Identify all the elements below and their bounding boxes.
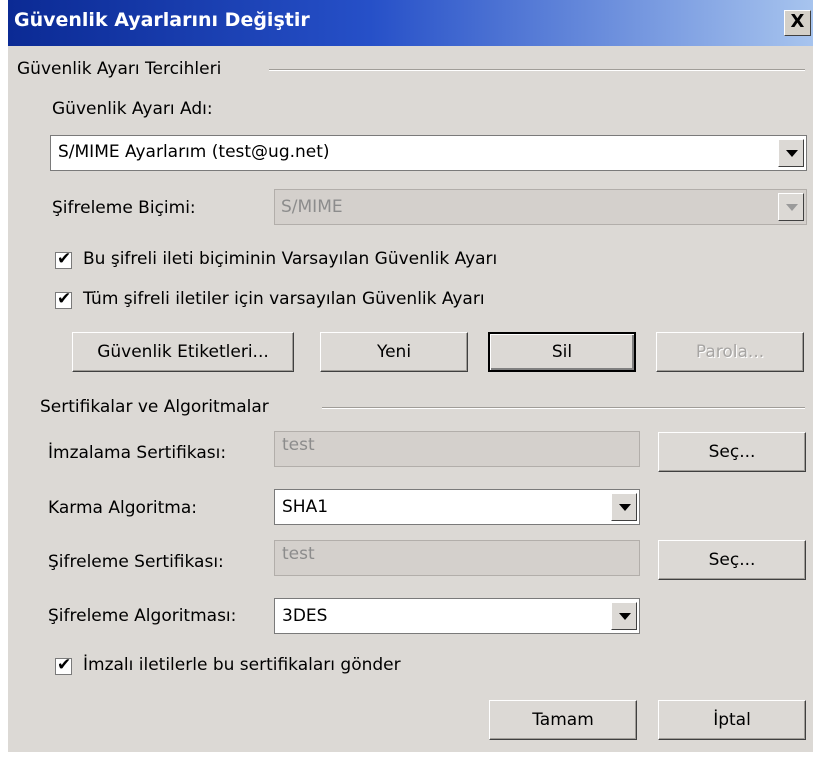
- format-value: S/MIME: [281, 197, 343, 217]
- format-label: Şifreleme Biçimi:: [52, 198, 196, 218]
- ok-button-label: Tamam: [532, 710, 594, 730]
- new-button-label: Yeni: [376, 342, 412, 362]
- setting-name-value: S/MIME Ayarlarım (test@ug.net): [58, 142, 330, 162]
- enc-cert-label: Şifreleme Sertifikası:: [48, 552, 224, 572]
- delete-button[interactable]: Sil: [488, 332, 636, 372]
- security-prefs-group: Güvenlik Ayarı Tercihleri: [17, 59, 805, 80]
- default-format-label: Bu şifreli ileti biçiminin Varsayılan Gü…: [83, 249, 498, 269]
- signing-cert-field: test: [274, 431, 640, 467]
- check-icon: ✔: [57, 249, 72, 269]
- certs-group-title: Sertifikalar ve Algoritmalar: [40, 397, 269, 417]
- security-prefs-group-title: Güvenlik Ayarı Tercihleri: [17, 59, 222, 79]
- delete-button-label: Sil: [551, 342, 573, 362]
- signing-cert-label: İmzalama Sertifikası:: [48, 443, 227, 463]
- group-divider: [269, 69, 805, 71]
- security-labels-button[interactable]: Güvenlik Etiketleri...: [72, 332, 294, 372]
- format-dropdown: S/MIME: [274, 189, 807, 225]
- setting-name-dropdown[interactable]: S/MIME Ayarlarım (test@ug.net): [50, 135, 807, 171]
- group-divider: [322, 407, 805, 409]
- chevron-down-icon[interactable]: [611, 493, 637, 521]
- security-labels-button-label: Güvenlik Etiketleri...: [97, 342, 269, 362]
- enc-alg-value: 3DES: [282, 606, 328, 626]
- default-all-label: Tüm şifreli iletiler için varsayılan Güv…: [83, 289, 485, 309]
- close-button[interactable]: X: [784, 10, 811, 36]
- chevron-down-icon: [778, 193, 804, 221]
- dialog-window: Güvenlik Ayarlarını Değiştir X Güvenlik …: [8, 0, 813, 752]
- cancel-button-label: İptal: [713, 710, 751, 730]
- choose-signing-cert-label: Seç...: [708, 442, 756, 462]
- ok-button[interactable]: Tamam: [489, 700, 637, 740]
- cancel-button[interactable]: İptal: [658, 700, 806, 740]
- password-button-label: Parola...: [695, 342, 765, 362]
- default-all-checkbox[interactable]: ✔: [55, 289, 72, 309]
- password-button: Parola...: [656, 332, 804, 372]
- default-format-checkbox[interactable]: ✔: [55, 249, 72, 269]
- check-icon: ✔: [57, 655, 72, 675]
- window-title: Güvenlik Ayarlarını Değiştir: [14, 9, 310, 31]
- send-certs-label: İmzalı iletilerle bu sertifikaları gönde…: [83, 655, 401, 675]
- certs-group: Sertifikalar ve Algoritmalar: [40, 397, 805, 418]
- chevron-down-icon[interactable]: [778, 139, 804, 167]
- hash-alg-label: Karma Algoritma:: [48, 498, 197, 518]
- enc-alg-dropdown[interactable]: 3DES: [274, 598, 640, 634]
- setting-name-label: Güvenlik Ayarı Adı:: [52, 99, 213, 119]
- hash-alg-value: SHA1: [282, 497, 329, 517]
- signing-cert-value: test: [282, 435, 315, 455]
- enc-cert-value: test: [282, 544, 315, 564]
- enc-cert-field: test: [274, 540, 640, 576]
- choose-signing-cert-button[interactable]: Seç...: [658, 432, 806, 472]
- title-bar[interactable]: Güvenlik Ayarlarını Değiştir X: [8, 0, 813, 46]
- new-button[interactable]: Yeni: [320, 332, 468, 372]
- enc-alg-label: Şifreleme Algoritması:: [48, 606, 237, 626]
- send-certs-checkbox[interactable]: ✔: [55, 655, 72, 675]
- choose-enc-cert-button[interactable]: Seç...: [658, 540, 806, 580]
- check-icon: ✔: [57, 289, 72, 309]
- hash-alg-dropdown[interactable]: SHA1: [274, 489, 640, 525]
- choose-enc-cert-label: Seç...: [708, 550, 756, 570]
- chevron-down-icon[interactable]: [611, 602, 637, 630]
